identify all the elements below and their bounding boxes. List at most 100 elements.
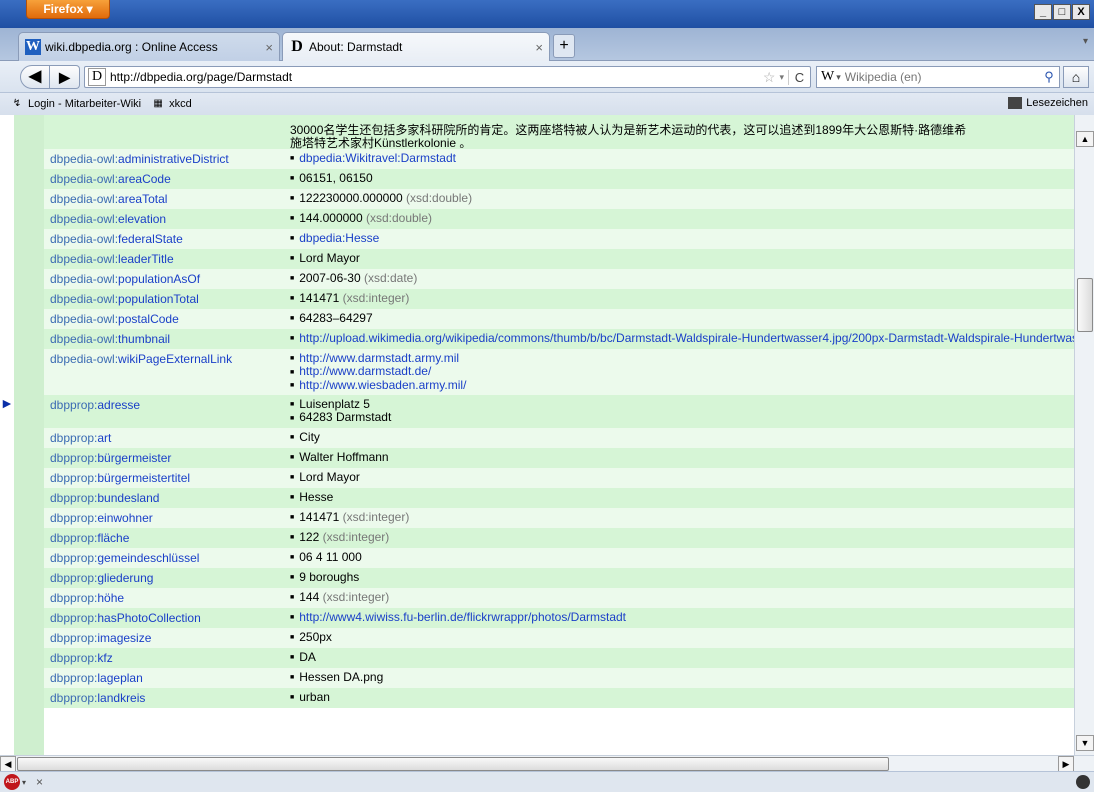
property-namespace[interactable]: dbpedia-owl: (50, 312, 118, 326)
firefox-menu-button[interactable]: Firefox ▾ (26, 0, 110, 19)
value-link[interactable]: dbpedia:Wikitravel:Darmstadt (299, 151, 456, 165)
home-button[interactable]: ⌂ (1063, 66, 1089, 88)
new-tab-button[interactable]: + (553, 34, 575, 58)
property-name[interactable]: federalState (118, 232, 183, 246)
property-cell[interactable]: dbpprop:lageplan (44, 668, 284, 688)
horizontal-scrollbar[interactable]: ◀ ▶ (0, 755, 1094, 772)
property-namespace[interactable]: dbpedia-owl: (50, 172, 118, 186)
property-name[interactable]: gliederung (97, 571, 153, 585)
property-name[interactable]: populationTotal (118, 292, 199, 306)
property-cell[interactable]: dbpprop:gliederung (44, 568, 284, 588)
property-namespace[interactable]: dbpprop: (50, 571, 97, 585)
property-cell[interactable]: dbpprop:hasPhotoCollection (44, 608, 284, 628)
tab-about-darmstadt[interactable]: D About: Darmstadt × (282, 32, 550, 61)
property-namespace[interactable]: dbpprop: (50, 691, 97, 705)
property-cell[interactable]: dbpedia-owl:areaTotal (44, 189, 284, 209)
property-cell[interactable]: dbpedia-owl:thumbnail (44, 329, 284, 349)
property-namespace[interactable]: dbpprop: (50, 511, 97, 525)
scroll-up-arrow-icon[interactable]: ▲ (1076, 131, 1094, 147)
property-cell[interactable]: dbpedia-owl:federalState (44, 229, 284, 249)
property-name[interactable]: art (97, 431, 111, 445)
site-identity-icon[interactable]: D (88, 68, 106, 86)
property-name[interactable]: populationAsOf (118, 272, 200, 286)
search-bar[interactable]: W ▾ ⚲ (816, 66, 1060, 88)
property-cell[interactable]: dbpedia-owl:elevation (44, 209, 284, 229)
url-history-dropdown-icon[interactable]: ▾ (779, 72, 784, 83)
url-bar[interactable]: D http://dbpedia.org/page/Darmstadt ☆ ▾ … (84, 66, 811, 88)
property-namespace[interactable]: dbpedia-owl: (50, 272, 118, 286)
search-icon[interactable]: ⚲ (1039, 69, 1059, 85)
bookmarks-menu-button[interactable]: Lesezeichen (1008, 97, 1088, 109)
back-button[interactable]: ◀ (20, 65, 50, 89)
property-name[interactable]: lageplan (97, 671, 142, 685)
property-namespace[interactable]: dbpprop: (50, 611, 97, 625)
value-link[interactable]: dbpedia:Hesse (299, 231, 379, 245)
value-link[interactable]: http://www4.wiwiss.fu-berlin.de/flickrwr… (299, 610, 626, 624)
property-cell[interactable]: dbpprop:kfz (44, 648, 284, 668)
tab-close-icon[interactable]: × (535, 40, 543, 55)
property-namespace[interactable]: dbpprop: (50, 671, 97, 685)
tab-list-chevron-icon[interactable]: ▾ (1083, 36, 1088, 47)
adblock-dropdown-icon[interactable]: ▾ (22, 778, 26, 787)
property-name[interactable]: imagesize (97, 631, 151, 645)
property-namespace[interactable]: dbpedia-owl: (50, 252, 118, 266)
tab-close-icon[interactable]: × (265, 40, 273, 55)
property-cell[interactable]: dbpedia-owl:wikiPageExternalLink (44, 349, 284, 395)
property-cell[interactable]: dbpprop:imagesize (44, 628, 284, 648)
maximize-button[interactable]: □ (1053, 4, 1071, 20)
wikipedia-search-engine-icon[interactable]: W (821, 69, 834, 85)
value-link[interactable]: http://www.wiesbaden.army.mil/ (299, 378, 466, 392)
property-cell[interactable]: dbpedia-owl:areaCode (44, 169, 284, 189)
property-name[interactable]: bürgermeistertitel (97, 471, 190, 485)
property-namespace[interactable]: dbpedia-owl: (50, 192, 118, 206)
property-namespace[interactable]: dbpprop: (50, 451, 97, 465)
property-namespace[interactable]: dbpedia-owl: (50, 292, 118, 306)
property-cell[interactable]: dbpprop:landkreis (44, 688, 284, 708)
property-name[interactable]: gemeindeschlüssel (97, 551, 199, 565)
property-name[interactable]: wikiPageExternalLink (118, 352, 232, 366)
bookmark-star-icon[interactable]: ☆ (763, 69, 776, 86)
horizontal-scroll-thumb[interactable] (17, 757, 889, 771)
property-name[interactable]: elevation (118, 212, 166, 226)
search-input[interactable] (844, 70, 1039, 84)
property-cell[interactable]: dbpprop:gemeindeschlüssel (44, 548, 284, 568)
search-engine-dropdown-icon[interactable]: ▾ (836, 72, 841, 83)
property-cell[interactable]: dbpedia-owl:populationAsOf (44, 269, 284, 289)
property-cell[interactable]: dbpprop:bürgermeister (44, 448, 284, 468)
property-namespace[interactable]: dbpprop: (50, 551, 97, 565)
property-name[interactable]: fläche (97, 531, 129, 545)
property-namespace[interactable]: dbpedia-owl: (50, 352, 118, 366)
tab-dbpedia-online-access[interactable]: W wiki.dbpedia.org : Online Access × (18, 32, 280, 61)
property-namespace[interactable]: dbpprop: (50, 631, 97, 645)
property-name[interactable]: bundesland (97, 491, 159, 505)
vertical-scroll-thumb[interactable] (1077, 278, 1093, 332)
property-cell[interactable]: dbpedia-owl:populationTotal (44, 289, 284, 309)
property-cell[interactable]: dbpprop:fläche (44, 528, 284, 548)
property-name[interactable]: administrativeDistrict (118, 152, 229, 166)
property-cell[interactable]: dbpprop:bürgermeistertitel (44, 468, 284, 488)
property-namespace[interactable]: dbpprop: (50, 491, 97, 505)
property-cell[interactable]: dbpprop:adresse (44, 395, 284, 428)
property-cell[interactable]: dbpprop:bundesland (44, 488, 284, 508)
property-namespace[interactable]: dbpedia-owl: (50, 212, 118, 226)
property-name[interactable]: kfz (97, 651, 112, 665)
bookmark-login-mitarbeiter-wiki[interactable]: ↯ Login - Mitarbeiter-Wiki (10, 97, 141, 111)
close-window-button[interactable]: X (1072, 4, 1090, 20)
property-namespace[interactable]: dbpprop: (50, 471, 97, 485)
forward-button[interactable]: ▶ (50, 65, 80, 89)
close-addon-bar-icon[interactable]: × (36, 775, 43, 789)
value-link[interactable]: http://www.darmstadt.army.mil (299, 351, 459, 365)
vertical-scrollbar[interactable]: ▲ ▼ (1074, 115, 1094, 755)
property-namespace[interactable]: dbpedia-owl: (50, 232, 118, 246)
value-link[interactable]: http://www.darmstadt.de/ (299, 364, 431, 378)
property-name[interactable]: leaderTitle (118, 252, 174, 266)
scroll-right-arrow-icon[interactable]: ▶ (1058, 756, 1074, 772)
property-name[interactable]: einwohner (97, 511, 152, 525)
property-namespace[interactable]: dbpprop: (50, 398, 97, 412)
scroll-down-arrow-icon[interactable]: ▼ (1076, 735, 1094, 751)
property-name[interactable]: landkreis (97, 691, 145, 705)
property-name[interactable]: areaCode (118, 172, 171, 186)
property-name[interactable]: adresse (97, 398, 140, 412)
property-cell[interactable]: dbpprop:art (44, 428, 284, 448)
value-link[interactable]: http://upload.wikimedia.org/wikipedia/co… (299, 331, 1074, 345)
